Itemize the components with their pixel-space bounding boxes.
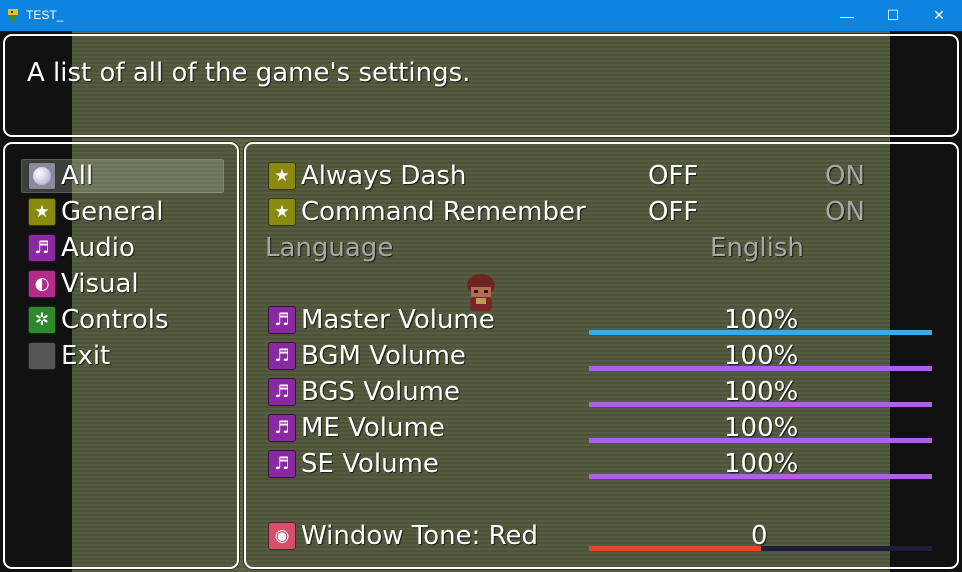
gauge-track (761, 546, 932, 551)
option-off-value[interactable]: OFF (648, 159, 698, 193)
game-canvas: A list of all of the game's settings. Al… (0, 31, 962, 572)
volume-gauge[interactable] (589, 474, 932, 479)
option-label: Language (265, 233, 394, 263)
window-title: TEST_ (26, 8, 64, 22)
option-label: BGM Volume (301, 341, 466, 371)
option-label: ME Volume (301, 413, 445, 443)
category-label: Visual (61, 269, 139, 299)
option-label: Always Dash (301, 161, 467, 191)
category-label: Audio (61, 233, 135, 263)
option-off-value[interactable]: OFF (648, 195, 698, 229)
gauge-fill (589, 366, 932, 371)
category-label: General (61, 197, 164, 227)
harp-icon: ♬ (28, 234, 56, 262)
gauge-fill (589, 546, 761, 551)
title-bar: TEST_ — ☐ ✕ (0, 0, 962, 31)
close-icon: ✕ (933, 7, 945, 23)
close-button[interactable]: ✕ (916, 0, 962, 31)
option-value: English (710, 233, 804, 263)
palette-icon: ◉ (268, 522, 296, 550)
option-on-value[interactable]: ON (825, 159, 865, 193)
blank-icon (28, 342, 56, 370)
harp-icon: ♬ (268, 414, 296, 442)
category-window: All ★ General ♬ Audio ◐ Visual ✲ Control… (3, 142, 239, 569)
category-label: Exit (61, 341, 111, 371)
help-window: A list of all of the game's settings. (3, 34, 959, 137)
volume-gauge[interactable] (589, 330, 932, 335)
option-label: Master Volume (301, 305, 495, 335)
maximize-button[interactable]: ☐ (870, 0, 916, 31)
volume-gauge[interactable] (589, 438, 932, 443)
volume-gauge[interactable] (589, 366, 932, 371)
options-window: ★ Always Dash OFF ON ★ Command Remember … (244, 142, 959, 569)
minimize-button[interactable]: — (824, 0, 870, 31)
harp-icon: ♬ (268, 306, 296, 334)
tone-gauge[interactable] (589, 546, 932, 551)
eye-icon: ◐ (28, 270, 56, 298)
option-label: BGS Volume (301, 377, 460, 407)
gauge-fill (589, 438, 932, 443)
option-label: SE Volume (301, 449, 439, 479)
harp-icon: ♬ (268, 378, 296, 406)
minimize-icon: — (840, 7, 854, 24)
orb-icon (28, 162, 56, 190)
gauge-fill (589, 474, 932, 479)
harp-icon: ♬ (268, 450, 296, 478)
maximize-icon: ☐ (886, 7, 900, 23)
category-label: All (61, 161, 94, 191)
star-icon: ★ (28, 198, 56, 226)
star-icon: ★ (268, 198, 296, 226)
category-label: Controls (61, 305, 169, 335)
star-icon: ★ (268, 162, 296, 190)
gauge-fill (589, 330, 932, 335)
option-label: Command Remember (301, 197, 586, 227)
app-icon (8, 9, 18, 21)
gauge-fill (589, 402, 932, 407)
option-on-value[interactable]: ON (825, 195, 865, 229)
help-text: A list of all of the game's settings. (27, 58, 471, 88)
gear-icon: ✲ (28, 306, 56, 334)
harp-icon: ♬ (268, 342, 296, 370)
volume-gauge[interactable] (589, 402, 932, 407)
option-label: Window Tone: Red (301, 521, 539, 551)
